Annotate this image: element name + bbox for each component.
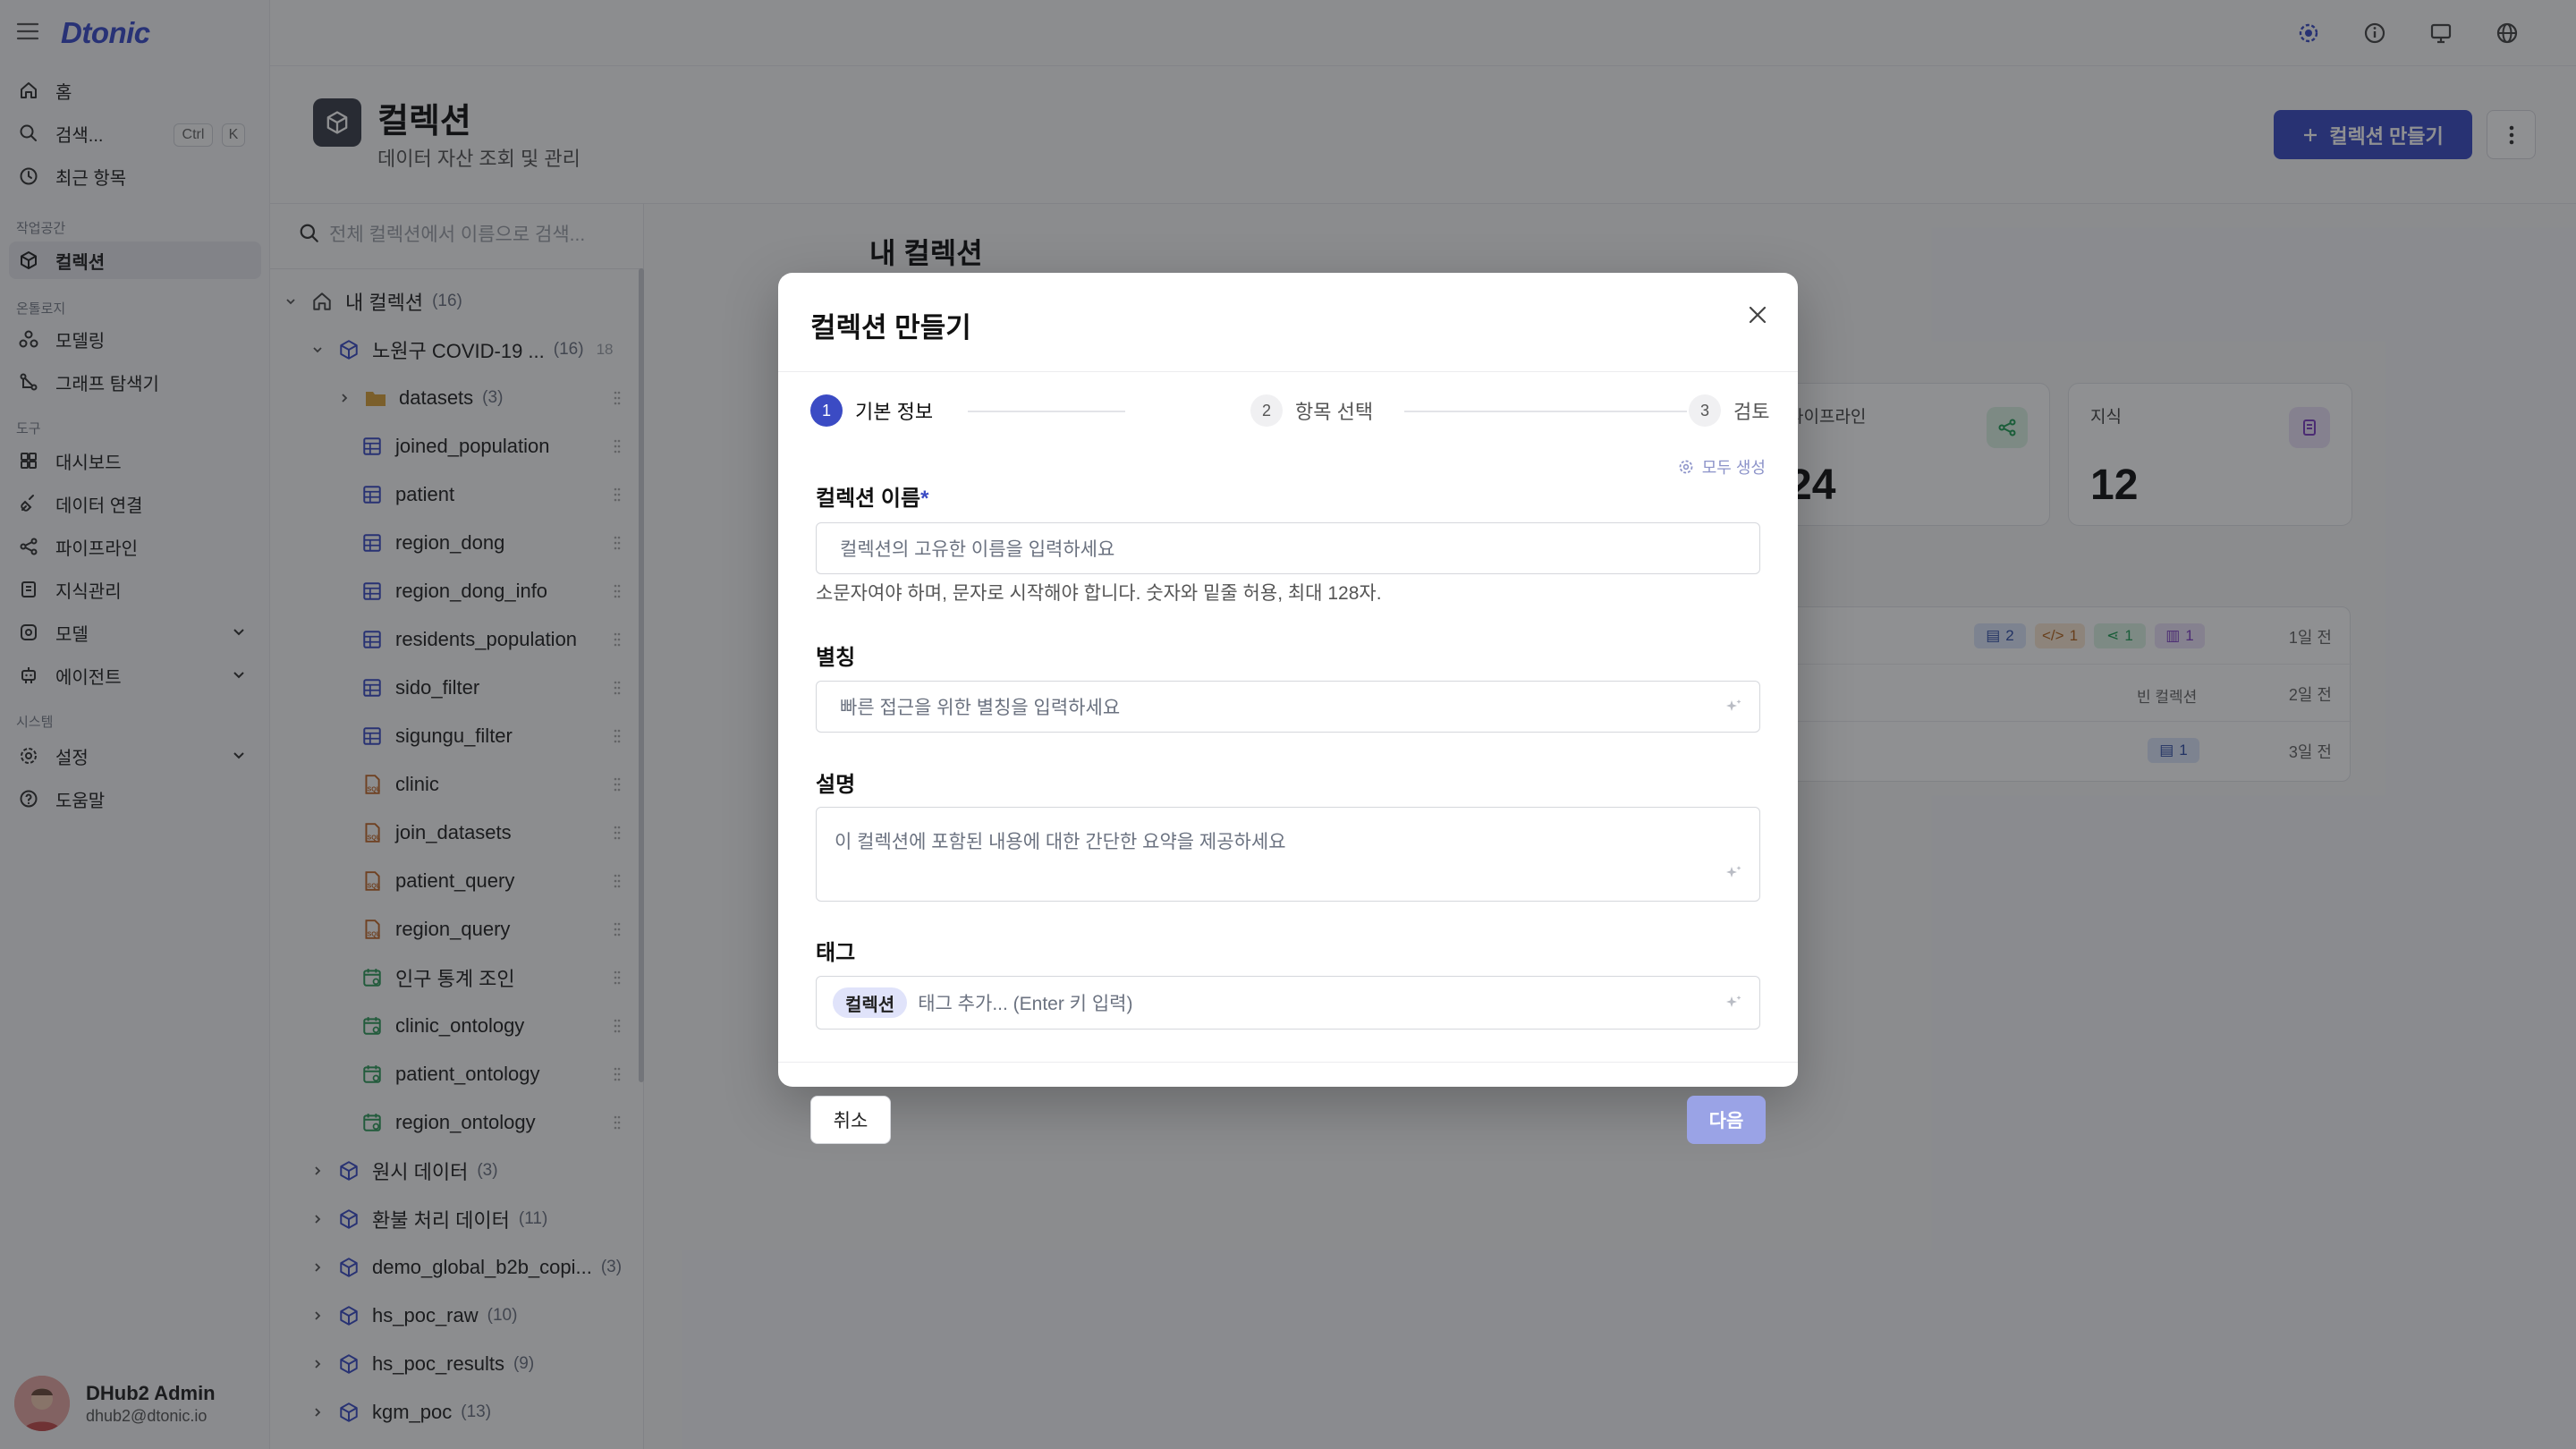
alias-input[interactable]: 빠른 접근을 위한 별칭을 입력하세요 [816, 681, 1760, 733]
name-help-text: 소문자여야 하며, 문자로 시작해야 합니다. 숫자와 밑줄 허용, 최대 12… [816, 583, 1382, 604]
close-icon[interactable] [1742, 300, 1773, 330]
generate-all-button[interactable]: 모두 생성 [1677, 455, 1766, 479]
required-marker: * [920, 487, 929, 511]
step-2: 2 항목 선택 [1250, 394, 1373, 427]
step-number: 3 [1689, 394, 1721, 427]
description-textarea[interactable]: 이 컬렉션에 포함된 내용에 대한 간단한 요약을 제공하세요 [816, 807, 1760, 902]
collection-name-input[interactable]: 컬렉션의 고유한 이름을 입력하세요 [816, 522, 1760, 574]
alias-field-label: 별칭 [816, 646, 856, 670]
create-collection-dialog: 컬렉션 만들기 1 기본 정보 2 항목 선택 3 검토 모두 생성 컬렉션 이… [778, 273, 1798, 1144]
cancel-button[interactable]: 취소 [810, 1096, 891, 1144]
step-number: 2 [1250, 394, 1283, 427]
tags-input[interactable]: 컬렉션 태그 추가... (Enter 키 입력) [816, 976, 1760, 1030]
next-button[interactable]: 다음 [1687, 1096, 1766, 1144]
ai-sparkle-icon[interactable] [1724, 993, 1743, 1013]
step-connector [968, 411, 1125, 412]
description-field-label: 설명 [816, 773, 856, 797]
ai-sparkle-icon[interactable] [1724, 697, 1743, 716]
tag-chip[interactable]: 컬렉션 [833, 987, 908, 1018]
step-connector [1404, 411, 1687, 412]
step-label: 검토 [1733, 401, 1770, 423]
divider [778, 1062, 1798, 1063]
dialog-title: 컬렉션 만들기 [810, 312, 971, 343]
name-placeholder: 컬렉션의 고유한 이름을 입력하세요 [840, 539, 1115, 560]
step-label: 항목 선택 [1295, 401, 1374, 423]
divider [778, 371, 1798, 372]
alias-placeholder: 빠른 접근을 위한 별칭을 입력하세요 [840, 698, 1121, 718]
tags-field-label: 태그 [816, 941, 856, 965]
step-1: 1 기본 정보 [810, 394, 933, 427]
description-placeholder: 이 컬렉션에 포함된 내용에 대한 간단한 요약을 제공하세요 [835, 832, 1286, 852]
step-3: 3 검토 [1689, 394, 1769, 427]
step-label: 기본 정보 [855, 401, 934, 423]
sparkle-gear-icon [1677, 458, 1702, 476]
tags-placeholder: 태그 추가... (Enter 키 입력) [918, 994, 1133, 1014]
ai-sparkle-icon[interactable] [1724, 863, 1743, 883]
name-label-text: 컬렉션 이름 [816, 487, 921, 511]
generate-all-label: 모두 생성 [1701, 459, 1766, 477]
step-number: 1 [810, 394, 843, 427]
name-field-label: 컬렉션 이름* [816, 480, 928, 512]
